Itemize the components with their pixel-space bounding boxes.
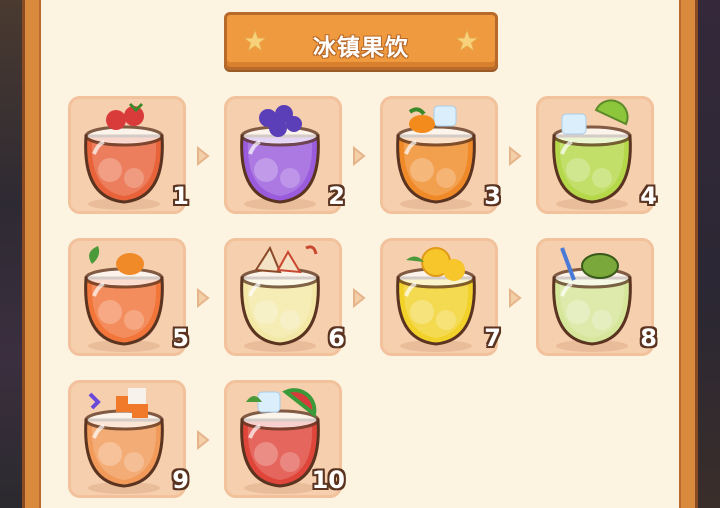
papaya-drink-icon (84, 388, 164, 494)
avocado-drink-icon (552, 247, 632, 352)
drink-number: 9 (172, 466, 189, 494)
title-banner: 冰镇果饮 (224, 12, 498, 70)
drink-card-strawberry-drink[interactable]: 1 (68, 96, 189, 214)
strawberry-drink-icon (84, 102, 164, 210)
drink-number: 8 (640, 324, 657, 352)
drink-card-carrot-drink[interactable]: 5 (68, 238, 189, 356)
drink-card-watermelon-drink[interactable]: 10 (224, 380, 345, 498)
carrot-drink-icon (84, 246, 164, 352)
apple-drink-icon (240, 245, 320, 352)
drink-card-blueberry-drink[interactable]: 2 (224, 96, 345, 214)
chevron-right-icon (509, 288, 522, 308)
lime-drink-icon (552, 99, 632, 210)
drink-card-apple-drink[interactable]: 6 (224, 238, 345, 356)
star-icon (455, 29, 479, 53)
drink-number: 4 (640, 182, 657, 210)
drink-number: 7 (484, 324, 501, 352)
drink-number: 10 (311, 466, 345, 494)
drink-number: 5 (172, 324, 189, 352)
orange-drink-icon (396, 105, 476, 210)
chevron-right-icon (197, 430, 210, 450)
drink-number: 6 (328, 324, 345, 352)
drink-card-papaya-drink[interactable]: 9 (68, 380, 189, 498)
drink-card-orange-drink[interactable]: 3 (380, 96, 501, 214)
chevron-right-icon (353, 288, 366, 308)
chevron-right-icon (197, 288, 210, 308)
drink-number: 2 (328, 182, 345, 210)
chevron-right-icon (353, 146, 366, 166)
lemon-drink-icon (396, 247, 476, 352)
blueberry-drink-icon (240, 105, 320, 210)
drink-card-lime-drink[interactable]: 4 (536, 96, 657, 214)
drink-card-avocado-drink[interactable]: 8 (536, 238, 657, 356)
chevron-right-icon (509, 146, 522, 166)
drink-card-lemon-drink[interactable]: 7 (380, 238, 501, 356)
chevron-right-icon (197, 146, 210, 166)
drink-number: 1 (172, 182, 189, 210)
drink-number: 3 (484, 182, 501, 210)
